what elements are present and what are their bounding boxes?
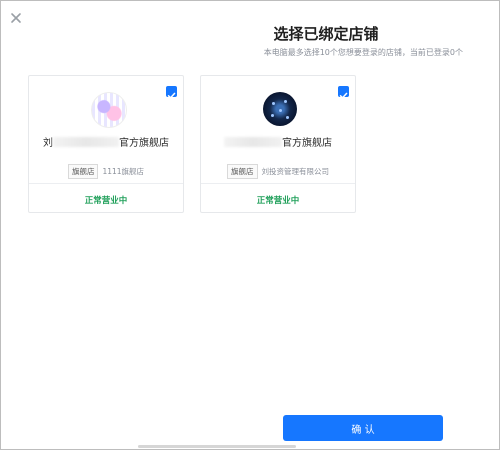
shop-name-suffix: 官方旗舰店: [119, 138, 169, 149]
shop-info-row: 旗舰店 刘投资管理有限公司: [201, 164, 355, 179]
shop-name: 官方旗舰店: [201, 134, 355, 149]
close-icon[interactable]: [9, 11, 23, 25]
divider: [201, 183, 355, 184]
horizontal-scrollbar[interactable]: [138, 445, 296, 448]
shop-type-tag: 旗舰店: [227, 164, 258, 179]
shop-avatar: [91, 92, 127, 128]
redacted-text: [53, 137, 119, 147]
shop-name-prefix: 刘: [43, 138, 53, 149]
shop-type-tag: 旗舰店: [67, 164, 99, 179]
shop-name: 刘 官方旗舰店: [29, 134, 183, 149]
shop-card[interactable]: 刘 官方旗舰店 旗舰店 1111旗舰店 正常营业中: [28, 75, 184, 213]
shop-detail: 刘投资管理有限公司: [261, 167, 330, 176]
shop-detail: 1111旗舰店: [102, 167, 145, 176]
avatar-sparkle: [284, 100, 287, 103]
shop-select-dialog: 选择已绑定店铺 本电脑最多选择10个您想要登录的店铺，当前已登录0个 刘 官方旗舰…: [0, 0, 500, 450]
confirm-button[interactable]: 确 认: [283, 415, 443, 441]
avatar-sparkle: [279, 109, 282, 112]
shop-status: 正常营业中: [84, 196, 128, 206]
check-icon: [167, 92, 176, 99]
checkbox-checked[interactable]: [338, 86, 349, 99]
shop-info-row: 旗舰店 1111旗舰店: [29, 164, 183, 179]
dialog-title: 选择已绑定店铺: [273, 25, 379, 43]
avatar-sparkle: [286, 116, 289, 119]
shop-card[interactable]: 官方旗舰店 旗舰店 刘投资管理有限公司 正常营业中: [200, 75, 356, 213]
divider: [29, 183, 183, 184]
redacted-text: [224, 137, 282, 147]
checkbox-checked[interactable]: [166, 86, 177, 99]
avatar-sparkle: [271, 114, 274, 117]
shop-name-suffix: 官方旗舰店: [282, 138, 332, 149]
shop-status: 正常营业中: [256, 196, 300, 206]
dialog-subtitle: 本电脑最多选择10个您想要登录的店铺，当前已登录0个: [263, 48, 463, 57]
avatar-sparkle: [272, 102, 275, 105]
shop-avatar: [263, 92, 297, 126]
check-icon: [339, 92, 348, 99]
